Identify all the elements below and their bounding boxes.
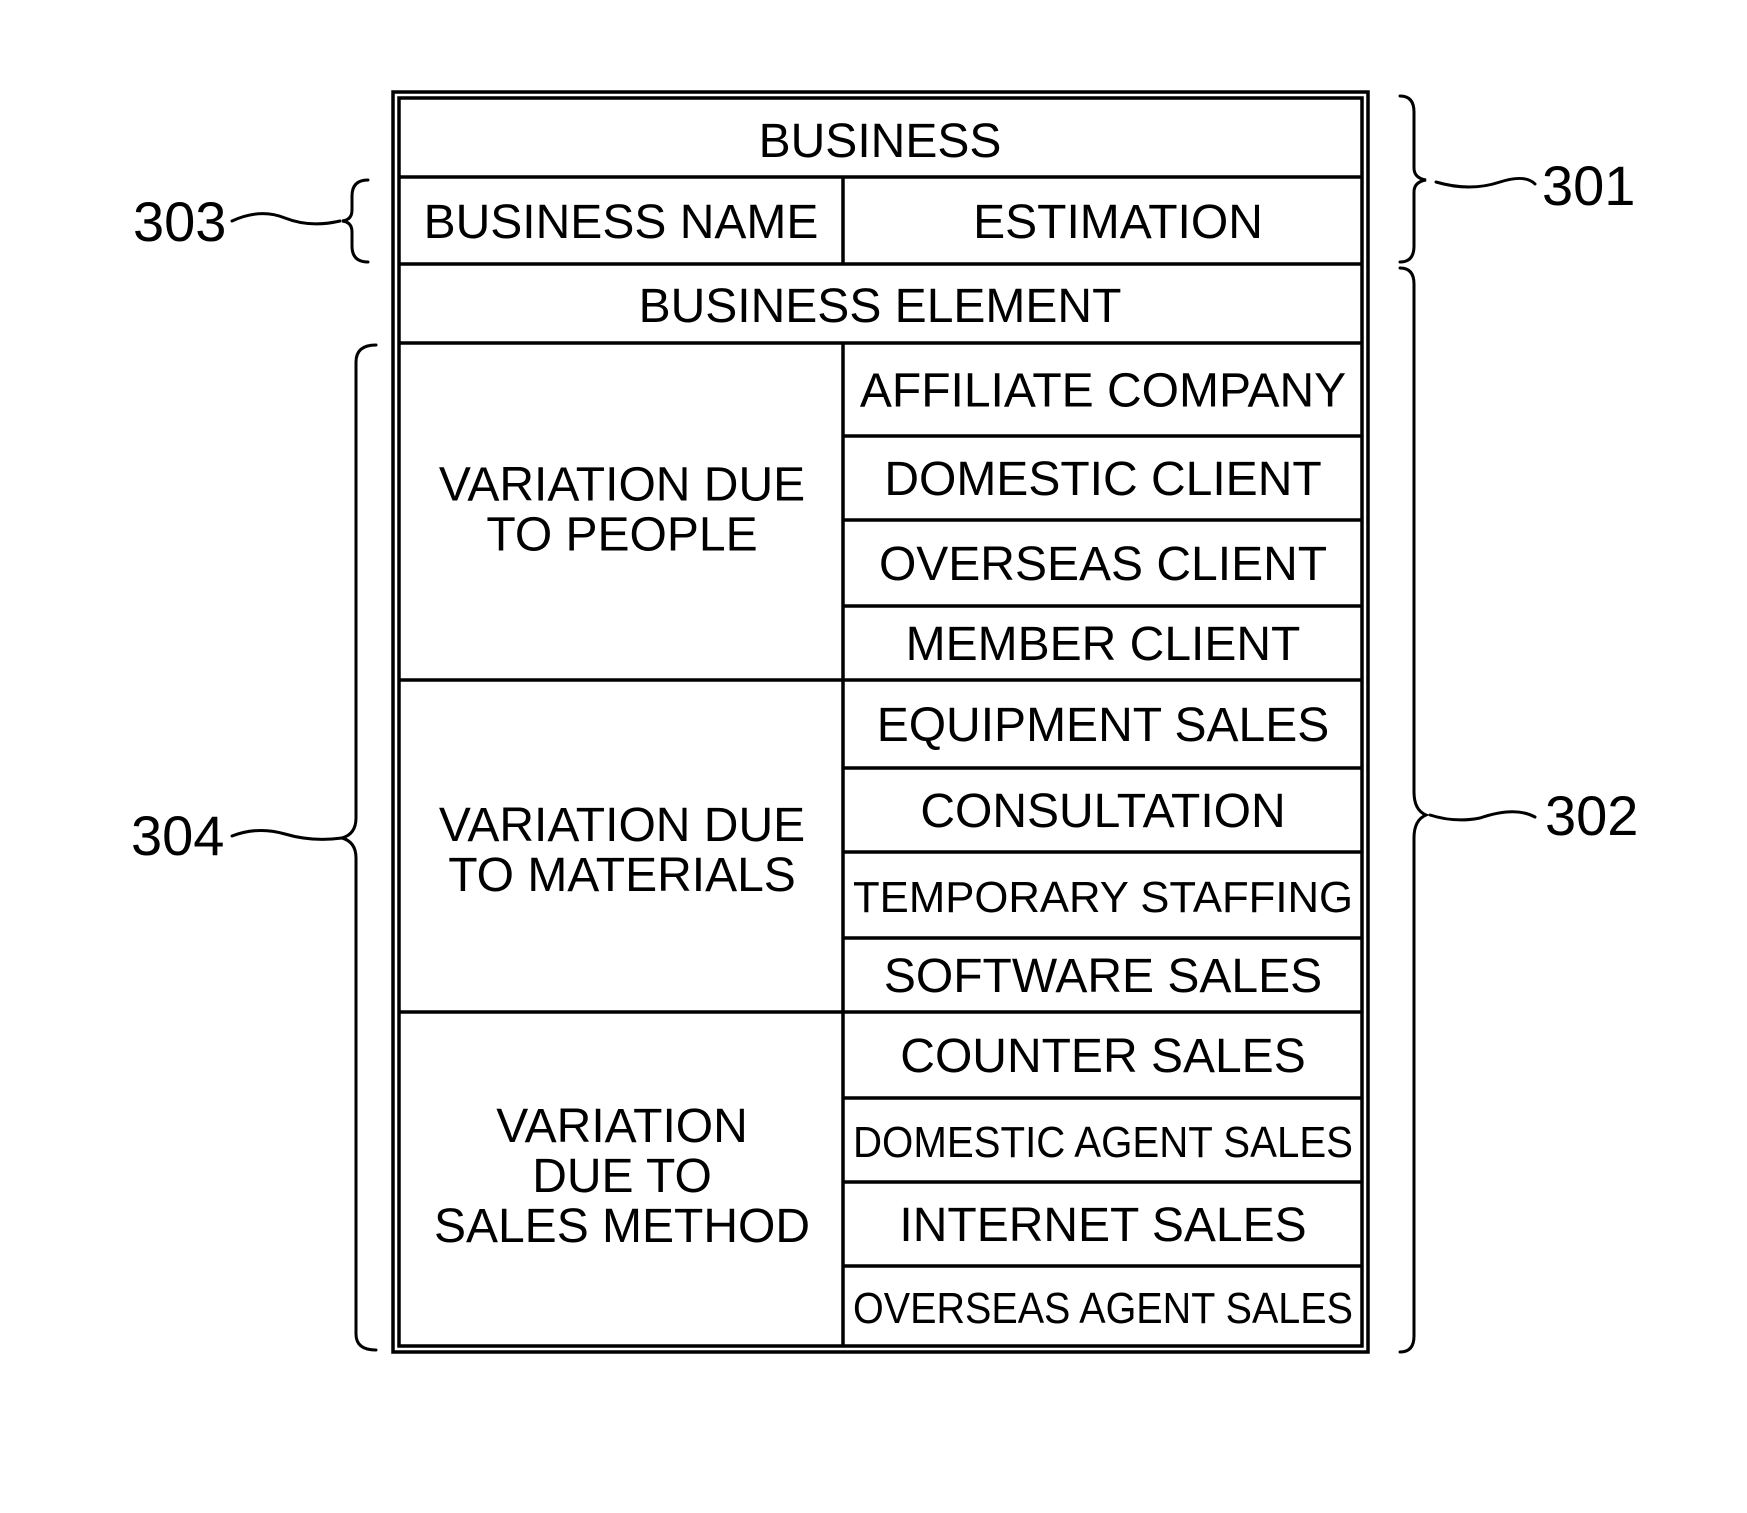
ref-301: 301	[1542, 154, 1635, 217]
group-label-line: TO MATERIALS	[448, 849, 796, 902]
group-label-line: VARIATION DUE	[439, 459, 805, 512]
business-element-diagram: BUSINESS BUSINESS NAME ESTIMATION BUSINE…	[131, 90, 1638, 1354]
business-element-item: DOMESTIC AGENT SALES	[853, 1118, 1353, 1167]
header-business-element: BUSINESS ELEMENT	[639, 280, 1122, 333]
business-element-item: EQUIPMENT SALES	[877, 699, 1330, 752]
ref-302: 302	[1545, 784, 1638, 847]
ref-303: 303	[133, 190, 226, 253]
business-element-item: CONSULTATION	[920, 785, 1285, 838]
group-label-line: TO PEOPLE	[486, 509, 757, 562]
group-label-line: VARIATION DUE	[439, 799, 805, 852]
brace-301	[1398, 94, 1427, 264]
business-element-item: INTERNET SALES	[899, 1199, 1306, 1252]
business-element-item: COUNTER SALES	[900, 1030, 1305, 1083]
header-business-name: BUSINESS NAME	[424, 196, 819, 249]
brace-304	[336, 343, 378, 1352]
group-label-line: VARIATION	[496, 1100, 748, 1153]
business-element-item: DOMESTIC CLIENT	[884, 453, 1321, 506]
header-estimation: ESTIMATION	[973, 196, 1263, 249]
ref-304: 304	[131, 804, 224, 867]
business-element-item: OVERSEAS AGENT SALES	[853, 1284, 1353, 1333]
business-element-item: OVERSEAS CLIENT	[879, 538, 1327, 591]
business-element-item: SOFTWARE SALES	[884, 950, 1322, 1003]
group-label-line: DUE TO	[532, 1150, 712, 1203]
leader-304	[230, 829, 344, 841]
title-business: BUSINESS	[759, 115, 1002, 168]
business-element-item: MEMBER CLIENT	[906, 618, 1301, 671]
brace-302	[1398, 266, 1430, 1354]
leader-302	[1428, 810, 1537, 822]
business-element-item: TEMPORARY STAFFING	[853, 873, 1353, 922]
brace-303	[341, 178, 370, 264]
item-labels: AFFILIATE COMPANY DOMESTIC CLIENT OVERSEAS…	[853, 365, 1353, 1334]
business-element-item: AFFILIATE COMPANY	[860, 365, 1346, 418]
group-labels: VARIATION DUETO PEOPLEVARIATION DUETO MA…	[434, 459, 810, 1254]
leader-301	[1434, 177, 1537, 189]
leader-303	[230, 212, 342, 226]
group-label-line: SALES METHOD	[434, 1200, 810, 1253]
